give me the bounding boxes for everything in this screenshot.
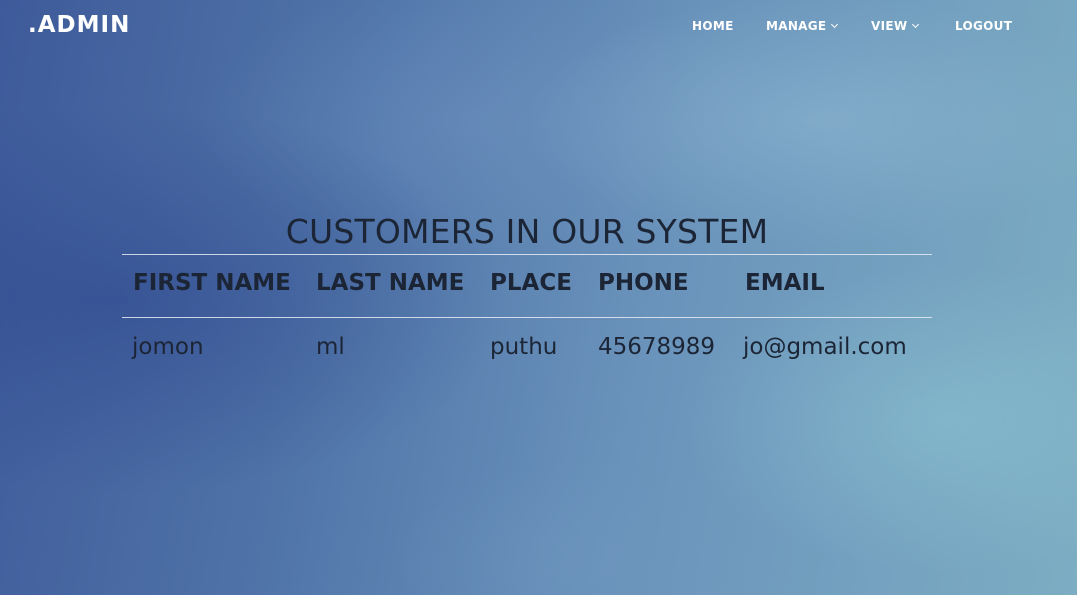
chevron-down-icon [831, 20, 839, 29]
nav-logout-label: LOGOUT [955, 19, 1013, 33]
nav-home-label: HOME [692, 19, 734, 33]
cell-place: puthu [490, 334, 558, 360]
table-header-divider [122, 317, 932, 318]
nav-home-link[interactable]: HOME [692, 19, 734, 33]
nav-view-label: VIEW [871, 19, 908, 33]
page-title: CUSTOMERS IN OUR SYSTEM [285, 212, 769, 251]
nav-manage-label: MANAGE [766, 19, 827, 33]
top-navbar: .ADMIN HOME MANAGE VIEW LOGOUT [0, 0, 1077, 54]
cell-email: jo@gmail.com [743, 334, 907, 360]
header-last-name: LAST NAME [316, 270, 465, 296]
brand-logo[interactable]: .ADMIN [28, 12, 130, 38]
nav-view-dropdown[interactable]: VIEW [871, 19, 920, 33]
table-top-divider [122, 254, 932, 255]
header-place: PLACE [490, 270, 572, 296]
nav-logout-link[interactable]: LOGOUT [955, 19, 1012, 33]
cell-last-name: ml [316, 334, 345, 360]
header-email: EMAIL [745, 270, 825, 296]
cell-first-name: jomon [132, 334, 204, 360]
cell-phone: 45678989 [598, 334, 716, 360]
header-first-name: FIRST NAME [133, 270, 291, 296]
nav-manage-dropdown[interactable]: MANAGE [766, 19, 839, 33]
header-phone: PHONE [598, 270, 689, 296]
chevron-down-icon [912, 20, 920, 29]
